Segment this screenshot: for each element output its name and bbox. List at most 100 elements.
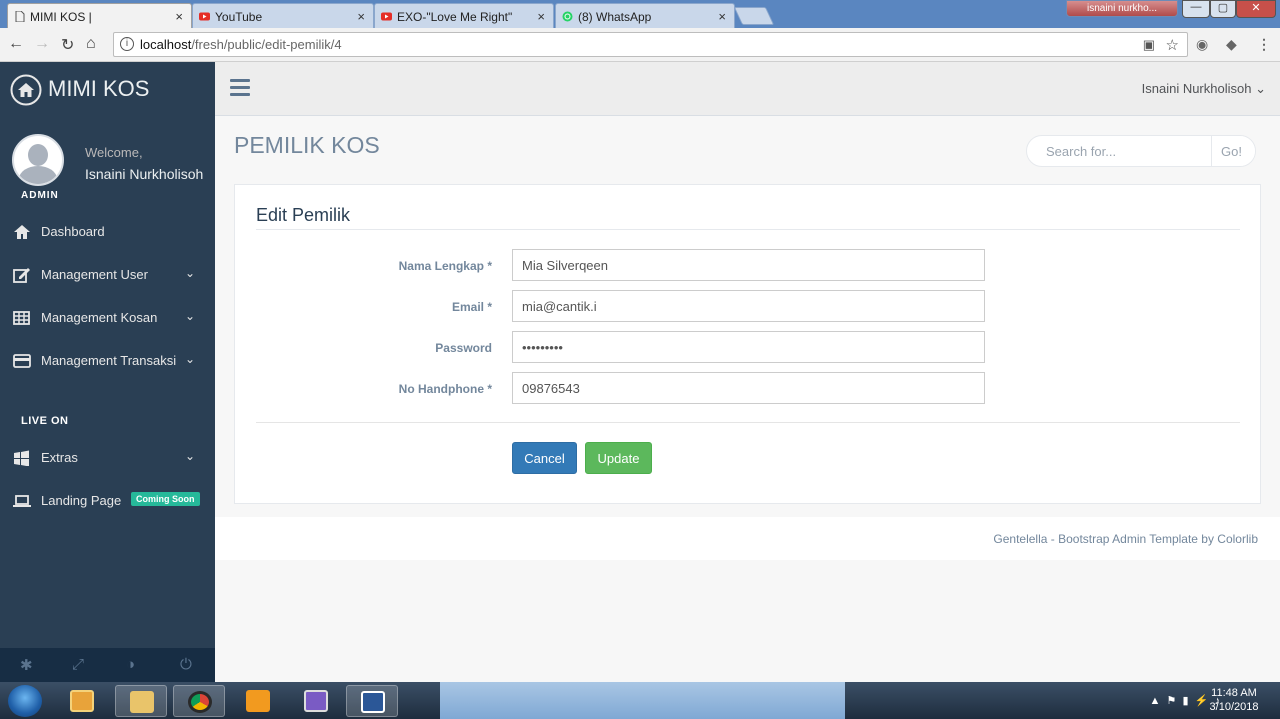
tab-mimi-kos[interactable]: MIMI KOS | × xyxy=(7,3,192,28)
sidebar-item-label: Management User xyxy=(41,267,148,282)
welcome-text: Welcome, xyxy=(85,145,143,160)
divider xyxy=(256,422,1240,423)
forward-arrow-icon[interactable]: → xyxy=(34,35,50,53)
file-explorer-taskbar-icon[interactable] xyxy=(115,685,167,717)
chevron-down-icon: ⌄ xyxy=(184,266,195,280)
camera-icon[interactable]: ◉ xyxy=(1196,36,1208,53)
brand-link[interactable]: MIMI KOS xyxy=(10,74,149,106)
sublime-taskbar-icon[interactable] xyxy=(232,685,284,717)
tab-label: MIMI KOS | xyxy=(30,10,92,24)
sidebar-item-label: Dashboard xyxy=(41,224,105,239)
tab-whatsapp[interactable]: (8) WhatsApp × xyxy=(555,3,735,28)
tab-label: (8) WhatsApp xyxy=(578,10,652,24)
close-window-button[interactable]: ✕ xyxy=(1236,0,1276,18)
whatsapp-icon xyxy=(562,11,573,22)
email-label: Email * xyxy=(451,300,492,314)
search-input[interactable]: Search for... Go! xyxy=(1026,135,1256,167)
close-icon[interactable]: × xyxy=(718,9,726,24)
taskbar-clock[interactable]: 11:48 AM 3/10/2018 xyxy=(1206,686,1262,714)
chevron-down-icon: ⌄ xyxy=(1255,81,1266,96)
laptop-icon xyxy=(13,495,31,507)
menu-toggle-icon[interactable] xyxy=(230,79,250,96)
sidebar-item-label: Landing Page xyxy=(41,493,122,508)
clock-time: 11:48 AM xyxy=(1211,687,1257,699)
info-icon[interactable]: i xyxy=(120,37,134,51)
browser-toolbar: ← → ↻ ⌂ i localhost/fresh/public/edit-pe… xyxy=(0,28,1280,62)
tab-youtube[interactable]: YouTube × xyxy=(192,3,374,28)
home-icon[interactable]: ⌂ xyxy=(86,35,96,53)
translate-icon[interactable]: ▣ xyxy=(1143,37,1155,53)
divider xyxy=(256,229,1240,230)
password-label: Password xyxy=(435,341,492,355)
role-label: ADMIN xyxy=(21,190,59,201)
tab-exo[interactable]: EXO-"Love Me Right" × xyxy=(374,3,554,28)
edit-panel: Edit Pemilik Nama Lengkap * Mia Silverqe… xyxy=(234,184,1261,504)
table-icon xyxy=(13,311,30,325)
settings-icon[interactable]: ✱ xyxy=(20,656,33,674)
page-icon xyxy=(15,11,25,22)
sidebar-item-label: Management Transaksi xyxy=(41,353,177,368)
windows-icon xyxy=(14,450,29,466)
home-icon xyxy=(14,225,30,239)
edit-icon xyxy=(13,268,30,283)
password-field[interactable]: ••••••••• xyxy=(512,331,985,363)
sidebar-item-extras[interactable]: Extras ⌄ xyxy=(0,438,215,478)
fullscreen-icon[interactable]: ⤢ xyxy=(72,656,84,673)
browser-tab-strip: MIMI KOS | × YouTube × EXO-"Love Me Righ… xyxy=(0,0,1280,28)
maximize-button[interactable]: ▢ xyxy=(1210,0,1236,18)
new-tab-button[interactable] xyxy=(733,7,775,25)
start-button[interactable] xyxy=(8,685,42,717)
menu-dots-icon[interactable]: ⋮ xyxy=(1257,36,1271,53)
sidebar-item-management-user[interactable]: Management User ⌄ xyxy=(0,255,215,295)
avatar xyxy=(12,134,64,186)
close-icon[interactable]: × xyxy=(357,9,365,24)
minimize-button[interactable]: — xyxy=(1182,0,1210,18)
user-dropdown-label: Isnaini Nurkholisoh xyxy=(1141,81,1252,96)
top-nav: Isnaini Nurkholisoh ⌄ xyxy=(215,62,1280,116)
panel-title: Edit Pemilik xyxy=(256,205,351,225)
close-icon[interactable]: × xyxy=(175,9,183,24)
back-arrow-icon[interactable]: ← xyxy=(8,35,24,53)
credit-card-icon xyxy=(13,354,31,368)
app-taskbar-icon[interactable] xyxy=(290,685,342,717)
sidebar-item-label: Management Kosan xyxy=(41,310,158,325)
star-icon[interactable]: ☆ xyxy=(1166,36,1179,54)
sidebar-item-dashboard[interactable]: Dashboard xyxy=(0,212,215,252)
user-dropdown[interactable]: Isnaini Nurkholisoh ⌄ xyxy=(1142,81,1266,97)
update-button[interactable]: Update xyxy=(585,442,652,474)
status-badge: Coming Soon xyxy=(131,492,200,506)
browser-user-badge[interactable]: isnaini nurkho... xyxy=(1066,0,1178,17)
cancel-button[interactable]: Cancel xyxy=(512,442,577,474)
sidebar-footer: ✱ ⤢ ◑ ⏻ xyxy=(0,648,215,682)
youtube-icon xyxy=(199,12,210,21)
media-player-taskbar-icon[interactable] xyxy=(56,685,108,717)
user-name: Isnaini Nurkholisoh xyxy=(85,166,204,182)
word-taskbar-icon[interactable] xyxy=(346,685,398,717)
nama-lengkap-field[interactable]: Mia Silverqeen xyxy=(512,249,985,281)
power-icon[interactable]: ⏻ xyxy=(180,656,192,673)
nama-lengkap-label: Nama Lengkap * xyxy=(398,259,492,273)
os-taskbar: ▲ ⚑ ▮ ⚡ ♪ 11:48 AM 3/10/2018 xyxy=(0,682,1280,719)
chrome-taskbar-icon[interactable] xyxy=(173,685,225,717)
sidebar-item-management-transaksi[interactable]: Management Transaksi ⌄ xyxy=(0,341,215,381)
sidebar-item-management-kosan[interactable]: Management Kosan ⌄ xyxy=(0,298,215,338)
no-handphone-field[interactable]: 09876543 xyxy=(512,372,985,404)
search-go-button[interactable]: Go! xyxy=(1211,136,1255,166)
youtube-icon xyxy=(381,12,392,21)
email-field[interactable]: mia@cantik.i xyxy=(512,290,985,322)
chevron-down-icon: ⌄ xyxy=(184,449,195,463)
home-icon xyxy=(10,74,42,106)
address-bar[interactable]: i localhost/fresh/public/edit-pemilik/4 … xyxy=(113,32,1188,57)
reload-icon[interactable]: ↻ xyxy=(61,35,74,55)
no-handphone-label: No Handphone * xyxy=(398,382,492,396)
chevron-down-icon: ⌄ xyxy=(184,352,195,366)
screen: { "browser": { "tabs": [ {"label": "MIMI… xyxy=(0,0,1280,719)
lock-icon[interactable]: ◑ xyxy=(126,656,135,673)
close-icon[interactable]: × xyxy=(537,9,545,24)
chevron-down-icon: ⌄ xyxy=(184,309,195,323)
footer-credit: Gentelella - Bootstrap Admin Template by… xyxy=(993,532,1258,546)
tab-label: EXO-"Love Me Right" xyxy=(397,10,513,24)
sidebar-item-label: Extras xyxy=(41,450,78,465)
page-footer: Gentelella - Bootstrap Admin Template by… xyxy=(215,517,1280,560)
extension-icon[interactable]: ◆ xyxy=(1226,36,1237,53)
